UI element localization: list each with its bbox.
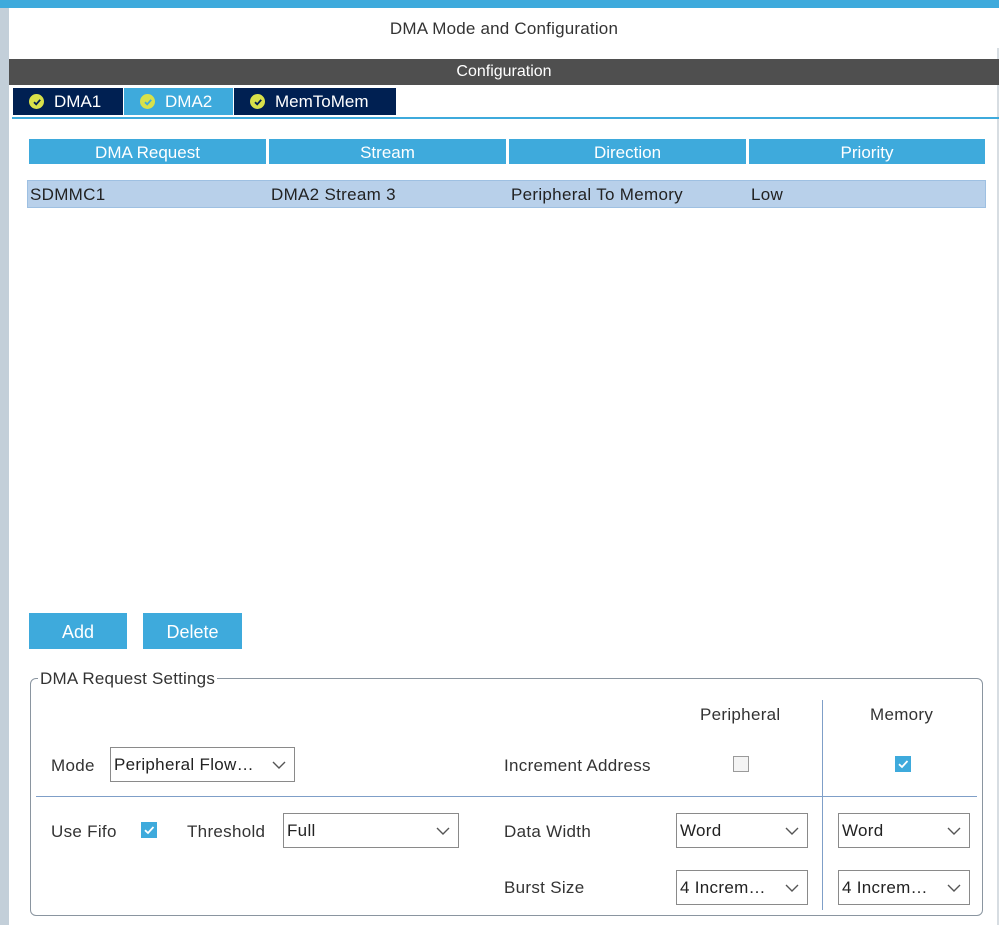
chevron-down-icon xyxy=(785,827,799,835)
threshold-select[interactable]: Full xyxy=(283,813,459,848)
check-circle-icon xyxy=(29,94,44,109)
threshold-select-value: Full xyxy=(287,821,316,840)
tab-label: DMA1 xyxy=(54,91,102,111)
tab-label: MemToMem xyxy=(275,91,369,111)
dma-tabs: DMA1 DMA2 MemToMem xyxy=(13,88,397,115)
cell-direction: Peripheral To Memory xyxy=(511,185,683,204)
check-circle-icon xyxy=(250,94,265,109)
settings-group-title: DMA Request Settings xyxy=(38,669,218,689)
data-width-peripheral-value: Word xyxy=(680,821,722,840)
column-header-direction[interactable]: Direction xyxy=(509,139,746,164)
column-header-dma-request[interactable]: DMA Request xyxy=(29,139,266,164)
increment-peripheral-checkbox[interactable] xyxy=(733,756,749,772)
tab-underline xyxy=(12,117,999,119)
burst-size-label: Burst Size xyxy=(504,878,585,897)
peripheral-column-label: Peripheral xyxy=(700,705,781,724)
column-divider xyxy=(822,700,823,910)
checkmark-icon xyxy=(898,760,909,769)
data-width-memory-value: Word xyxy=(842,821,884,840)
data-width-memory-select[interactable]: Word xyxy=(838,813,970,848)
table-header: DMA Request Stream Direction Priority xyxy=(29,139,985,164)
cell-priority: Low xyxy=(751,185,784,204)
configuration-header: Configuration xyxy=(9,59,999,85)
cell-stream: DMA2 Stream 3 xyxy=(271,185,396,204)
chevron-down-icon xyxy=(436,827,450,835)
increment-address-label: Increment Address xyxy=(504,756,651,775)
row-divider xyxy=(36,796,977,797)
memory-column-label: Memory xyxy=(870,705,934,724)
mode-select[interactable]: Peripheral Flow… xyxy=(110,747,295,782)
chevron-down-icon xyxy=(947,884,961,892)
mode-label: Mode xyxy=(51,756,95,775)
left-panel-edge xyxy=(0,8,9,925)
tab-dma2[interactable]: DMA2 xyxy=(124,88,233,115)
burst-size-peripheral-select[interactable]: 4 Increm… xyxy=(676,870,808,905)
tab-memtomem[interactable]: MemToMem xyxy=(234,88,396,115)
chevron-down-icon xyxy=(785,884,799,892)
delete-button[interactable]: Delete xyxy=(143,613,242,649)
chevron-down-icon xyxy=(947,827,961,835)
column-header-priority[interactable]: Priority xyxy=(749,139,985,164)
data-width-label: Data Width xyxy=(504,822,592,841)
cell-dma-request: SDMMC1 xyxy=(30,185,106,204)
add-button[interactable]: Add xyxy=(29,613,127,649)
use-fifo-checkbox[interactable] xyxy=(141,822,157,838)
table-row[interactable]: SDMMC1 DMA2 Stream 3 Peripheral To Memor… xyxy=(27,180,986,208)
tab-label: DMA2 xyxy=(165,91,213,111)
increment-memory-checkbox[interactable] xyxy=(895,756,911,772)
checkmark-icon xyxy=(144,826,155,835)
window-top-strip xyxy=(0,0,999,8)
burst-size-memory-select[interactable]: 4 Increm… xyxy=(838,870,970,905)
data-width-peripheral-select[interactable]: Word xyxy=(676,813,808,848)
window-title: DMA Mode and Configuration xyxy=(389,19,619,38)
threshold-label: Threshold xyxy=(187,822,266,841)
check-circle-icon xyxy=(140,94,155,109)
tab-dma1[interactable]: DMA1 xyxy=(13,88,123,115)
use-fifo-label: Use Fifo xyxy=(51,822,117,841)
burst-size-memory-value: 4 Increm… xyxy=(842,878,928,897)
burst-size-peripheral-value: 4 Increm… xyxy=(680,878,766,897)
column-header-stream[interactable]: Stream xyxy=(269,139,506,164)
chevron-down-icon xyxy=(272,761,286,769)
mode-select-value: Peripheral Flow… xyxy=(114,755,254,774)
